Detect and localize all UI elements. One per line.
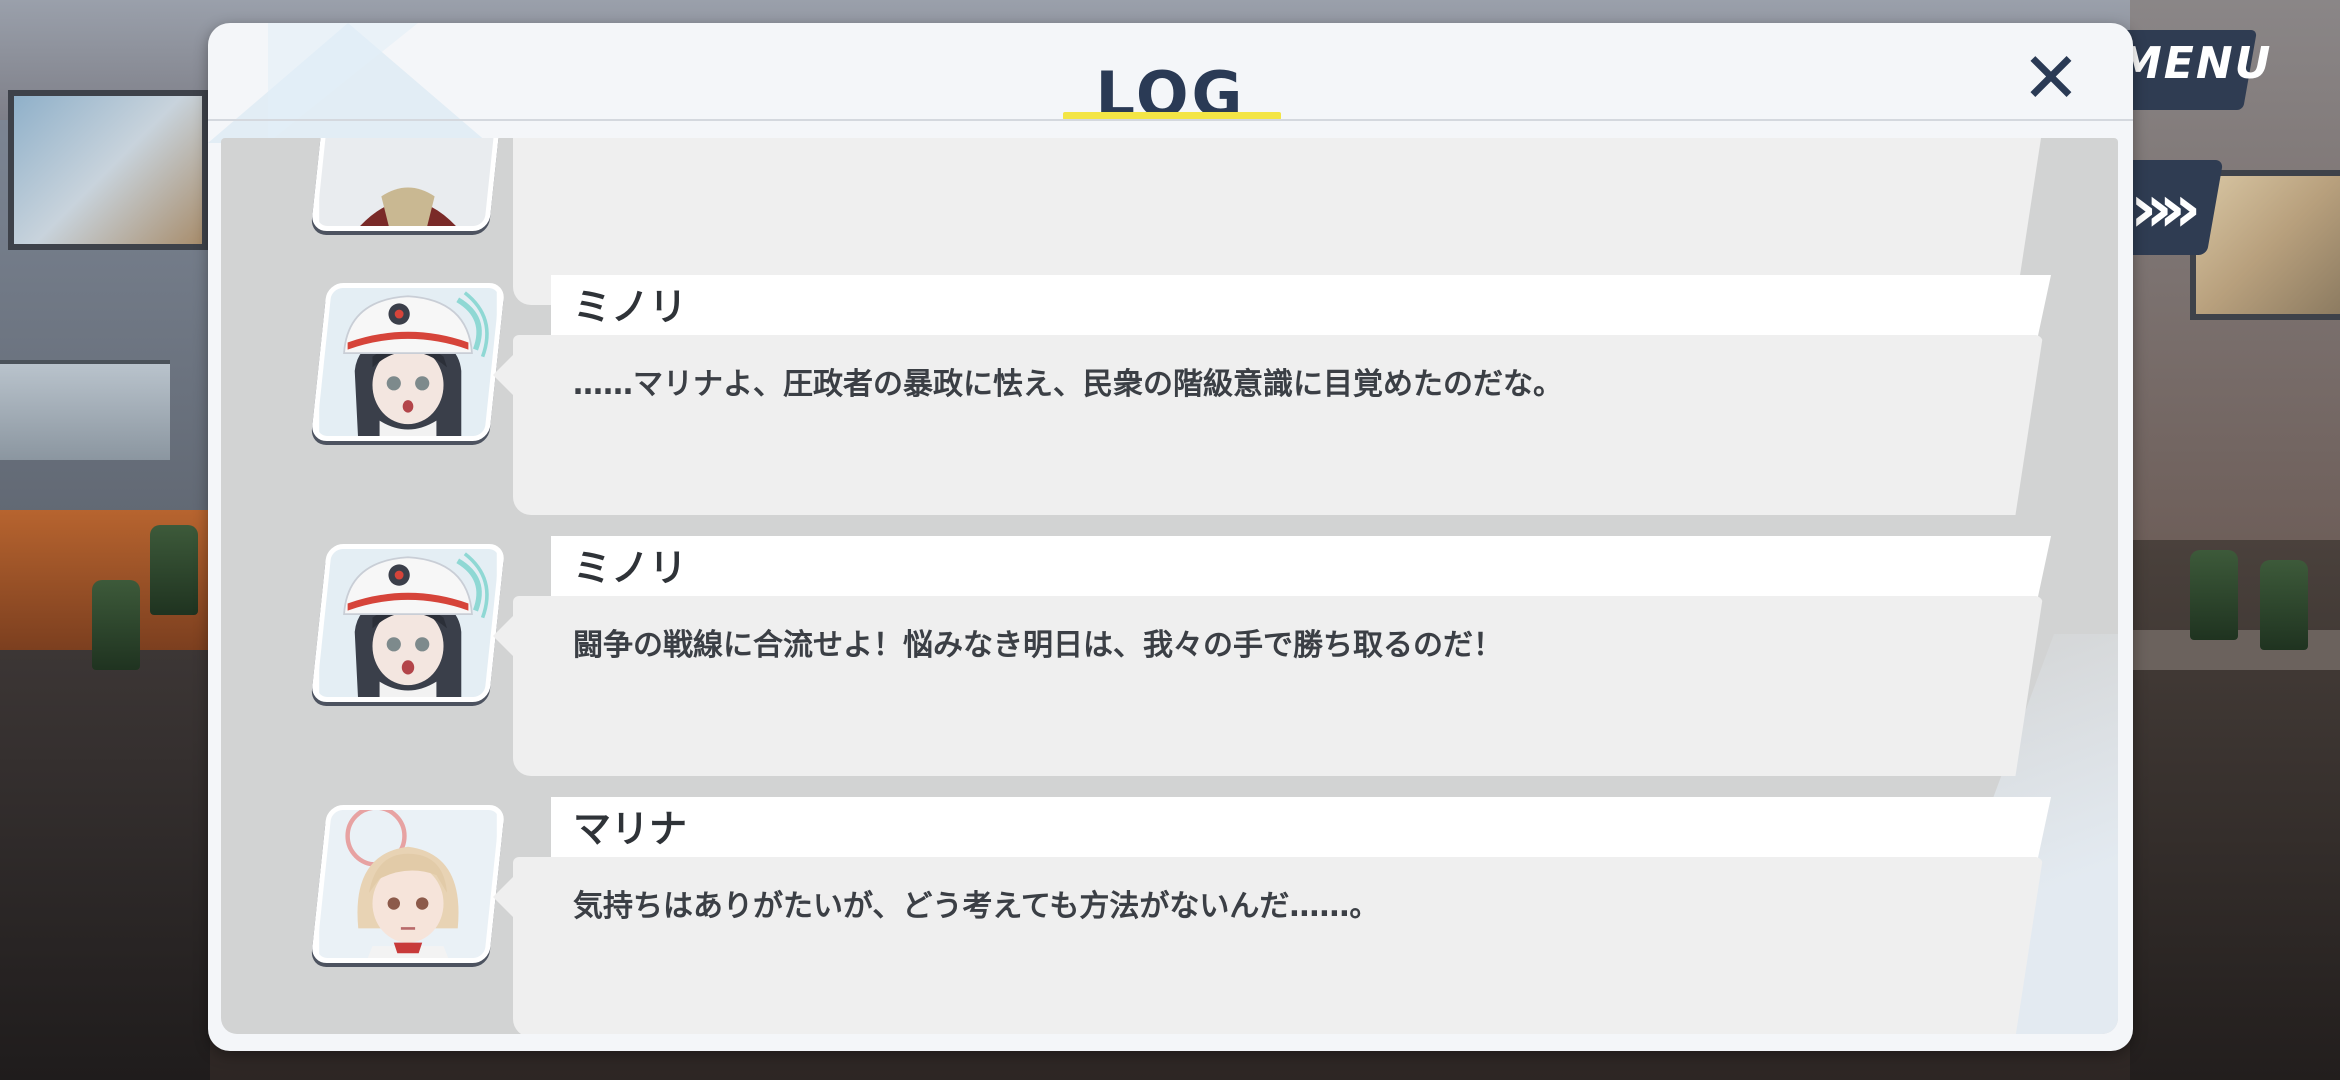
- dialogue-text: ……マリナよ、圧政者の暴政に怯え、民衆の階級意識に目覚めたのだな。: [573, 367, 1563, 402]
- bubble-tail: [493, 875, 515, 919]
- chair: [2190, 550, 2238, 640]
- minori-portrait-icon: [319, 544, 497, 702]
- avatar: [310, 138, 506, 231]
- portrait-icon: [319, 138, 497, 231]
- message-bubble: [513, 335, 2043, 515]
- minori-portrait-icon: [319, 283, 497, 441]
- avatar: [310, 283, 506, 441]
- message-bubble: [513, 857, 2043, 1034]
- speaker-name-tab: [551, 536, 2051, 606]
- log-entry: マリナ 気持ちはありがたいが、どう考えても方法がないんだ……。: [221, 797, 2118, 1034]
- log-title: LOG: [1095, 58, 1246, 131]
- speaker-name: マリナ: [573, 807, 688, 851]
- message-bubble: [513, 596, 2043, 776]
- log-entry: ミノリ ……マリナよ、圧政者の暴政に怯え、民衆の階級意識に目覚めたのだな。: [221, 275, 2118, 543]
- speaker-name: ミノリ: [573, 546, 688, 590]
- avatar: [310, 805, 506, 963]
- dialogue-text: 気持ちはありがたいが、どう考えても方法がないんだ……。: [573, 889, 1380, 924]
- header-divider: [208, 119, 2133, 121]
- marina-portrait-icon: [319, 805, 497, 963]
- display-shelf: [0, 360, 170, 460]
- wall-picture-left: [8, 90, 208, 250]
- floor-left: [0, 650, 210, 1080]
- bubble-tail: [493, 353, 515, 397]
- chair: [92, 580, 140, 670]
- speaker-name-tab: [551, 797, 2051, 867]
- bubble-tail: [493, 614, 515, 658]
- chair: [150, 525, 198, 615]
- log-panel: LOG ✕ ミノリ ……マリナよ、圧政者の暴政に怯え、民衆の階級意識に目覚めたの…: [208, 23, 2133, 1051]
- fast-forward-icon: »»: [2130, 170, 2201, 247]
- avatar: [310, 544, 506, 702]
- log-entry: ミノリ 闘争の戦線に合流せよ！悩みなき明日は、我々の手で勝ち取るのだ！: [221, 536, 2118, 804]
- close-icon[interactable]: ✕: [2016, 43, 2086, 113]
- dialogue-text: 闘争の戦線に合流せよ！悩みなき明日は、我々の手で勝ち取るのだ！: [573, 628, 1503, 663]
- log-list[interactable]: ミノリ ……マリナよ、圧政者の暴政に怯え、民衆の階級意識に目覚めたのだな。 ミノ…: [221, 138, 2118, 1034]
- menu-button-label: MENU: [2118, 38, 2273, 89]
- speaker-name-tab: [551, 275, 2051, 345]
- speaker-name: ミノリ: [573, 285, 688, 329]
- chair: [2260, 560, 2308, 650]
